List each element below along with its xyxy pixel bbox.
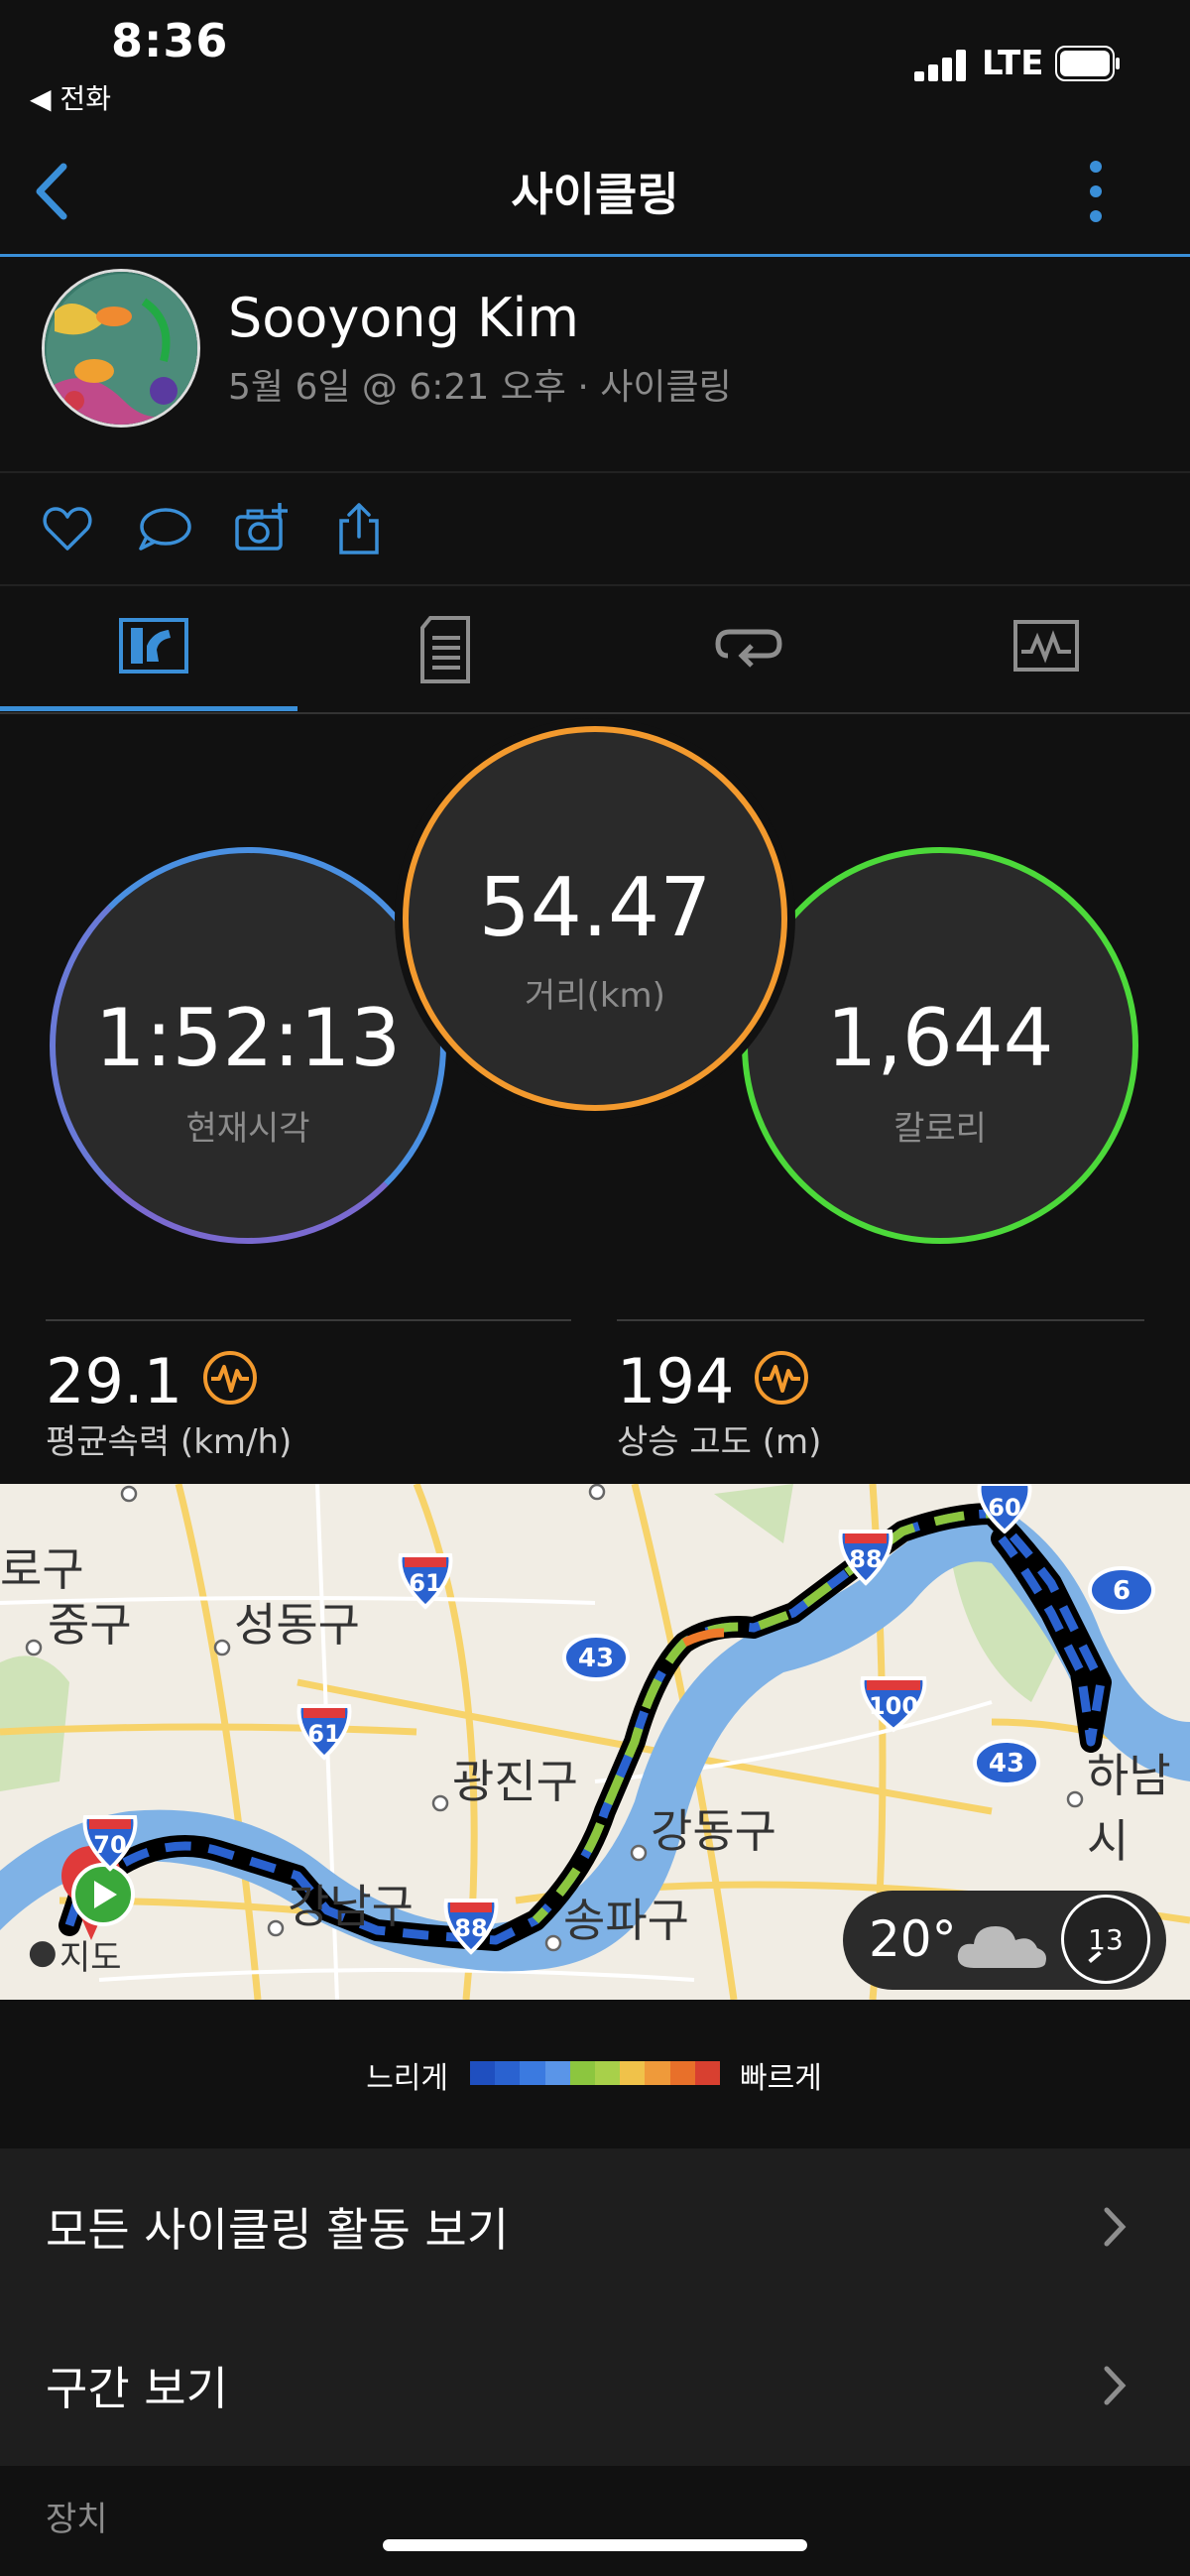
highway-shield: 88 xyxy=(440,1895,502,1960)
battery-icon xyxy=(1055,46,1120,81)
temperature: 20° xyxy=(869,1910,957,1968)
chevron-right-icon xyxy=(1104,2366,1127,2405)
signal-icon xyxy=(914,50,966,81)
legend-color-bar xyxy=(470,2061,721,2085)
map-label-district: 강동구 xyxy=(651,1804,776,1858)
highway-shield: 60 xyxy=(974,1484,1035,1537)
calories-ring: 1,644 칼로리 xyxy=(742,847,1138,1244)
activity-subtitle: 5월 6일 @ 6:21 오후 · 사이클링 xyxy=(228,367,732,408)
distance-ring-outline: 54.47 거리(km) xyxy=(395,718,795,1119)
highway-shield: 6 xyxy=(1087,1565,1156,1619)
map-label-district: 성동구 xyxy=(234,1598,360,1652)
map-label-district: 광진구 xyxy=(452,1755,578,1808)
legend-swatch xyxy=(495,2061,521,2085)
map-label-district: 하남시 xyxy=(1087,1749,1171,1868)
legend-swatch xyxy=(645,2061,670,2085)
network-label: LTE xyxy=(982,44,1044,83)
time-ring: 1:52:13 현재시각 xyxy=(50,847,446,1244)
stats-panel: 1:52:13 현재시각 1,644 칼로리 54.47 거리(km) 29.1… xyxy=(0,714,1190,1484)
distance-ring: 54.47 거리(km) xyxy=(403,726,787,1111)
segments-row[interactable]: 구간 보기 xyxy=(0,2307,1190,2466)
ascent-metric: 194 xyxy=(617,1345,810,1417)
highway-shield: 100 xyxy=(857,1672,930,1738)
garmin-connect-iq-icon xyxy=(203,1351,258,1405)
legend-swatch xyxy=(569,2061,596,2085)
tab-bar xyxy=(0,586,1190,714)
status-bar: 8:36 ◀ 전화 LTE xyxy=(0,0,1190,129)
device-section: 장치 xyxy=(0,2466,1190,2576)
highway-shield: 43 xyxy=(972,1738,1041,1791)
apple-logo-icon: ● xyxy=(28,1932,58,1972)
legend-swatch xyxy=(694,2061,721,2085)
highway-shield: 88 xyxy=(835,1526,896,1591)
avg-speed-value: 29.1 xyxy=(46,1345,183,1417)
legend-swatch xyxy=(470,2061,496,2085)
cloud-icon xyxy=(957,1926,1046,1968)
weather-badge[interactable]: 20° 13 xyxy=(843,1891,1166,1990)
avatar[interactable] xyxy=(42,269,200,428)
action-bar xyxy=(0,473,1190,586)
tab-indicator xyxy=(0,706,298,711)
legend-fast-label: 빠르게 xyxy=(740,2061,822,2096)
avg-speed-metric: 29.1 xyxy=(46,1345,259,1417)
laps-tab-icon xyxy=(715,629,782,668)
highway-shield: 61 xyxy=(294,1700,355,1766)
more-options-icon[interactable] xyxy=(1081,157,1111,226)
highway-shield: 70 xyxy=(79,1811,141,1877)
share-icon[interactable] xyxy=(331,501,387,556)
all-cycling-activities-row[interactable]: 모든 사이클링 활동 보기 xyxy=(0,2148,1190,2307)
avg-speed-label: 평균속력 (km/h) xyxy=(46,1422,293,1462)
legend-swatch xyxy=(620,2061,646,2085)
map-label-district: 송파구 xyxy=(563,1894,689,1947)
tab-charts[interactable] xyxy=(892,586,1190,712)
user-name[interactable]: Sooyong Kim xyxy=(228,287,579,349)
calories-label: 칼로리 xyxy=(893,1109,987,1149)
map-label-district: 강남구 xyxy=(288,1880,414,1933)
activity-header: Sooyong Kim 5월 6일 @ 6:21 오후 · 사이클링 xyxy=(0,257,1190,473)
legend-swatch xyxy=(520,2061,545,2085)
charts-tab-icon xyxy=(1013,620,1079,672)
legend-swatch xyxy=(669,2061,695,2085)
nav-bar: 사이클링 xyxy=(0,129,1190,257)
back-to-app-link[interactable]: ◀ 전화 xyxy=(30,77,111,117)
ascent-label: 상승 고도 (m) xyxy=(617,1422,822,1462)
time-value: 1:52:13 xyxy=(94,992,402,1084)
tab-overview[interactable] xyxy=(0,586,298,712)
legend-swatch xyxy=(595,2061,621,2085)
wind-speed: 13 xyxy=(1088,1923,1124,1956)
ascent-value: 194 xyxy=(617,1345,735,1417)
add-photo-icon[interactable] xyxy=(234,501,290,556)
distance-value: 54.47 xyxy=(478,861,712,955)
map-label-district: 중구 xyxy=(48,1598,132,1652)
route-map[interactable]: 로구 중구 성동구 광진구 강동구 강남구 송파구 하남시 지도 ● 61 61… xyxy=(0,1484,1190,2000)
tab-laps[interactable] xyxy=(595,586,892,712)
map-attribution: 지도 xyxy=(60,1938,122,1978)
wind-gauge: 13 xyxy=(1061,1895,1150,1984)
row-label: 모든 사이클링 활동 보기 xyxy=(46,2203,510,2257)
metric-divider xyxy=(617,1319,1144,1321)
highway-shield: 43 xyxy=(561,1633,631,1686)
tab-details[interactable] xyxy=(298,586,595,712)
like-icon[interactable] xyxy=(40,501,95,556)
row-label: 구간 보기 xyxy=(46,2362,228,2415)
chevron-right-icon xyxy=(1104,2207,1127,2247)
speed-legend: 느리게 빠르게 xyxy=(0,2000,1190,2148)
highway-shield: 61 xyxy=(395,1549,456,1615)
distance-label: 거리(km) xyxy=(525,976,665,1016)
calories-value: 1,644 xyxy=(826,992,1054,1084)
home-indicator[interactable] xyxy=(383,2539,807,2551)
comment-icon[interactable] xyxy=(137,501,192,556)
time-label: 현재시각 xyxy=(185,1109,310,1149)
details-tab-icon xyxy=(420,616,470,683)
overview-tab-icon xyxy=(119,618,188,674)
section-header: 장치 xyxy=(46,2500,108,2539)
legend-swatch xyxy=(544,2061,570,2085)
garmin-connect-iq-icon xyxy=(755,1351,809,1405)
page-title: 사이클링 xyxy=(511,168,679,221)
legend-slow-label: 느리게 xyxy=(366,2061,448,2096)
status-time: 8:36 xyxy=(111,14,229,67)
metric-divider xyxy=(46,1319,571,1321)
